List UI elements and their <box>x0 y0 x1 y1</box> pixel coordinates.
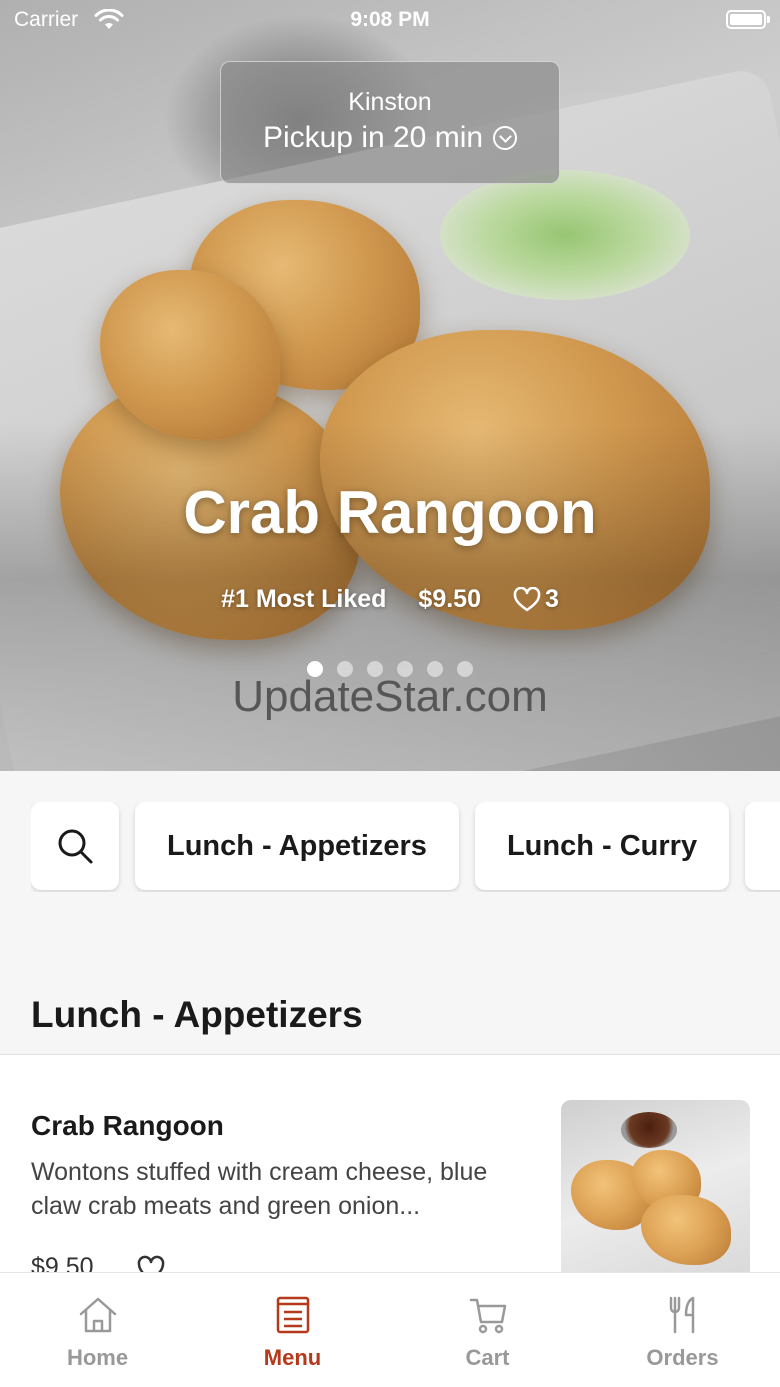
watermark: UpdateStar.com <box>232 672 548 721</box>
home-icon <box>79 1297 116 1333</box>
category-chip-lunch-appetizers[interactable]: Lunch - Appetizers <box>135 802 459 890</box>
tab-cart[interactable]: Cart <box>390 1273 585 1387</box>
search-icon <box>58 829 93 864</box>
hero-banner[interactable]: Carrier 9:08 PM Kinston Pickup in 20 min… <box>0 0 780 771</box>
tab-label: Menu <box>263 1345 322 1370</box>
search-button[interactable] <box>31 802 119 890</box>
hero-meta: #1 Most Liked $9.50 3 <box>0 585 780 614</box>
menu-item-image <box>561 1100 750 1280</box>
tab-label: Home <box>66 1345 129 1370</box>
chevron-down-icon <box>493 126 518 150</box>
orders-icon <box>669 1296 694 1334</box>
menu-item[interactable]: Crab Rangoon Wontons stuffed with cream … <box>0 1055 780 1285</box>
tab-orders[interactable]: Orders <box>585 1273 780 1387</box>
tab-menu[interactable]: Menu <box>195 1273 390 1387</box>
category-chip-lunch-curry[interactable]: Lunch - Curry <box>474 802 730 890</box>
hero-rank: #1 Most Liked <box>221 585 387 613</box>
hero-likes-count: 3 <box>544 585 559 613</box>
pickup-selector[interactable]: Kinston Pickup in 20 min <box>220 61 560 184</box>
pickup-location: Kinston <box>348 88 432 116</box>
tab-label: Orders <box>646 1345 719 1370</box>
tab-label: Cart <box>465 1345 510 1370</box>
status-bar: Carrier 9:08 PM <box>0 0 780 40</box>
sauce-cup-image <box>621 1112 677 1148</box>
hero-price: $9.50 <box>418 585 481 613</box>
category-chip-more[interactable] <box>745 802 780 890</box>
pickup-eta-row: Pickup in 20 min <box>221 121 559 155</box>
hero-likes[interactable]: 3 <box>513 585 559 614</box>
hero-title: Crab Rangoon <box>183 479 597 546</box>
pickup-eta: Pickup in 20 min <box>262 121 484 154</box>
cart-icon <box>469 1298 506 1334</box>
menu-icon <box>276 1296 309 1334</box>
menu-item-description: Wontons stuffed with cream cheese, blue … <box>31 1158 488 1220</box>
wonton-image <box>641 1195 731 1265</box>
heart-icon <box>513 586 541 611</box>
tab-bar[interactable]: Home Menu Cart Orders <box>0 1272 780 1387</box>
clock: 9:08 PM <box>350 8 430 31</box>
menu-item-name: Crab Rangoon <box>31 1110 224 1141</box>
battery-icon <box>726 10 770 29</box>
section-title: Lunch - Appetizers <box>31 994 363 1035</box>
category-bar[interactable]: Lunch - Appetizers Lunch - Curry <box>31 802 780 892</box>
tab-home[interactable]: Home <box>0 1273 195 1387</box>
